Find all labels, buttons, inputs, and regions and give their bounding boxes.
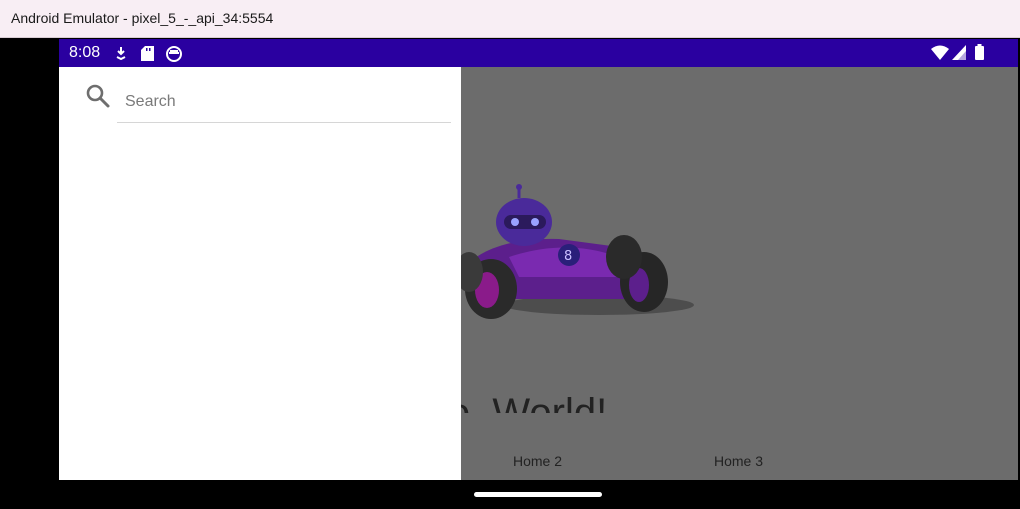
device-screen: 8:08 8 Hello, World! Home 2 Home 3 Searc… [59,39,1018,509]
signal-icon [952,45,966,60]
navigation-bar [59,480,1018,509]
search-icon[interactable] [85,83,111,109]
navigation-drawer [59,67,461,480]
status-bar: 8:08 [59,39,1018,67]
status-time: 8:08 [69,44,101,61]
sd-card-icon [141,46,154,61]
battery-icon [975,44,984,60]
tab-home-2[interactable]: Home 2 [513,453,562,469]
gesture-handle[interactable] [474,492,602,497]
tab-home-3[interactable]: Home 3 [714,453,763,469]
wifi-icon [931,45,949,60]
emulator-window: Android Emulator - pixel_5_-_api_34:5554… [0,0,1020,509]
window-title-bar[interactable]: Android Emulator - pixel_5_-_api_34:5554 [0,0,1020,38]
search-input[interactable] [117,81,451,123]
app-notification-icon [166,46,182,62]
svg-text:8: 8 [564,249,572,264]
download-icon [116,47,126,60]
race-car-robot-image: 8 [455,184,694,319]
window-title: Android Emulator - pixel_5_-_api_34:5554 [11,10,274,26]
